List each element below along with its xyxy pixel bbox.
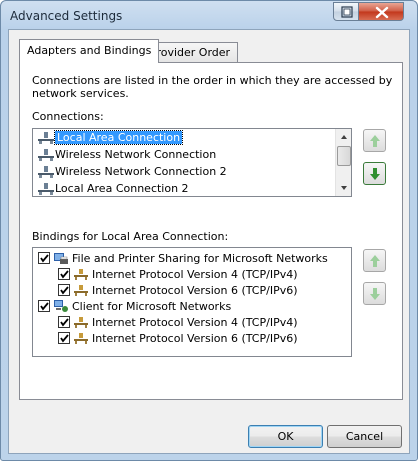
cancel-button[interactable]: Cancel [327,425,402,448]
move-connection-down-button[interactable] [363,162,386,185]
list-item[interactable]: Internet Protocol Version 6 (TCP/IPv6) [33,282,351,299]
description-line-2: network services. [32,87,129,100]
network-adapter-icon [38,132,54,144]
tab-adapters-and-bindings[interactable]: Adapters and Bindings [19,39,160,63]
list-item[interactable]: Client for Microsoft Networks [33,298,351,315]
list-item[interactable]: Internet Protocol Version 4 (TCP/IPv4) [33,314,351,331]
binding-checkbox[interactable] [58,284,70,296]
scroll-down-icon[interactable] [336,180,352,196]
arrow-down-icon [370,168,380,180]
dialog-client-area: Adapters and Bindings Provider Order Con… [8,29,410,454]
checkmark-icon [40,254,49,263]
title-bar[interactable]: Advanced Settings [1,1,417,29]
binding-label: Internet Protocol Version 4 (TCP/IPv4) [92,268,298,281]
list-item[interactable]: Wireless Network Connection 2 [33,163,335,180]
binding-checkbox[interactable] [38,300,50,312]
scroll-up-icon[interactable] [336,129,352,145]
connection-label: Wireless Network Connection [55,148,217,161]
help-button[interactable] [333,2,359,21]
list-item[interactable]: Internet Protocol Version 4 (TCP/IPv4) [33,266,351,283]
connections-scrollbar[interactable] [335,129,351,196]
binding-label: Internet Protocol Version 6 (TCP/IPv6) [92,284,298,297]
checkmark-icon [60,334,69,343]
advanced-settings-window: Advanced Settings Adapters and Bindings … [0,0,418,461]
network-protocol-icon [74,285,88,296]
file-printer-sharing-icon [54,253,68,264]
binding-label: File and Printer Sharing for Microsoft N… [72,252,328,265]
network-protocol-icon [74,269,88,280]
close-icon [375,6,389,19]
network-protocol-icon [74,333,88,344]
scroll-thumb[interactable] [337,146,351,166]
binding-checkbox[interactable] [38,252,50,264]
binding-checkbox[interactable] [58,316,70,328]
network-client-icon [54,300,68,312]
list-item[interactable]: Local Area Connection [33,129,335,146]
connection-label: Local Area Connection [53,130,184,145]
window-title: Advanced Settings [10,9,123,23]
connections-list[interactable]: Local Area Connection Wireless Network C… [32,128,352,197]
bindings-label: Bindings for Local Area Connection: [32,230,229,243]
list-item[interactable]: Wireless Network Connection [33,146,335,163]
binding-label: Internet Protocol Version 6 (TCP/IPv6) [92,332,298,345]
network-protocol-icon [74,317,88,328]
binding-label: Client for Microsoft Networks [72,300,232,313]
checkmark-icon [60,286,69,295]
adapters-bindings-panel: Connections are listed in the order in w… [19,62,403,400]
list-item[interactable]: File and Printer Sharing for Microsoft N… [33,250,351,267]
network-adapter-icon [38,183,54,195]
description-line-1: Connections are listed in the order in w… [32,74,393,87]
list-item[interactable]: Local Area Connection 2 [33,180,335,196]
connection-label: Local Area Connection 2 [55,182,189,195]
close-button[interactable] [358,2,404,21]
move-binding-up-button[interactable] [363,249,386,272]
bindings-list[interactable]: File and Printer Sharing for Microsoft N… [32,247,352,357]
network-adapter-icon [38,166,54,178]
arrow-up-icon [370,255,380,267]
checkmark-icon [60,270,69,279]
help-icon [341,6,353,18]
connections-label: Connections: [32,110,104,123]
binding-checkbox[interactable] [58,268,70,280]
list-item[interactable]: Internet Protocol Version 6 (TCP/IPv6) [33,330,351,347]
binding-label: Internet Protocol Version 4 (TCP/IPv4) [92,316,298,329]
checkmark-icon [40,302,49,311]
arrow-down-icon [370,288,380,300]
move-connection-up-button[interactable] [363,129,386,152]
network-adapter-icon [38,149,54,161]
connection-label: Wireless Network Connection 2 [55,165,227,178]
move-binding-down-button[interactable] [363,282,386,305]
ok-button[interactable]: OK [248,425,323,448]
arrow-up-icon [370,135,380,147]
checkmark-icon [60,318,69,327]
binding-checkbox[interactable] [58,332,70,344]
